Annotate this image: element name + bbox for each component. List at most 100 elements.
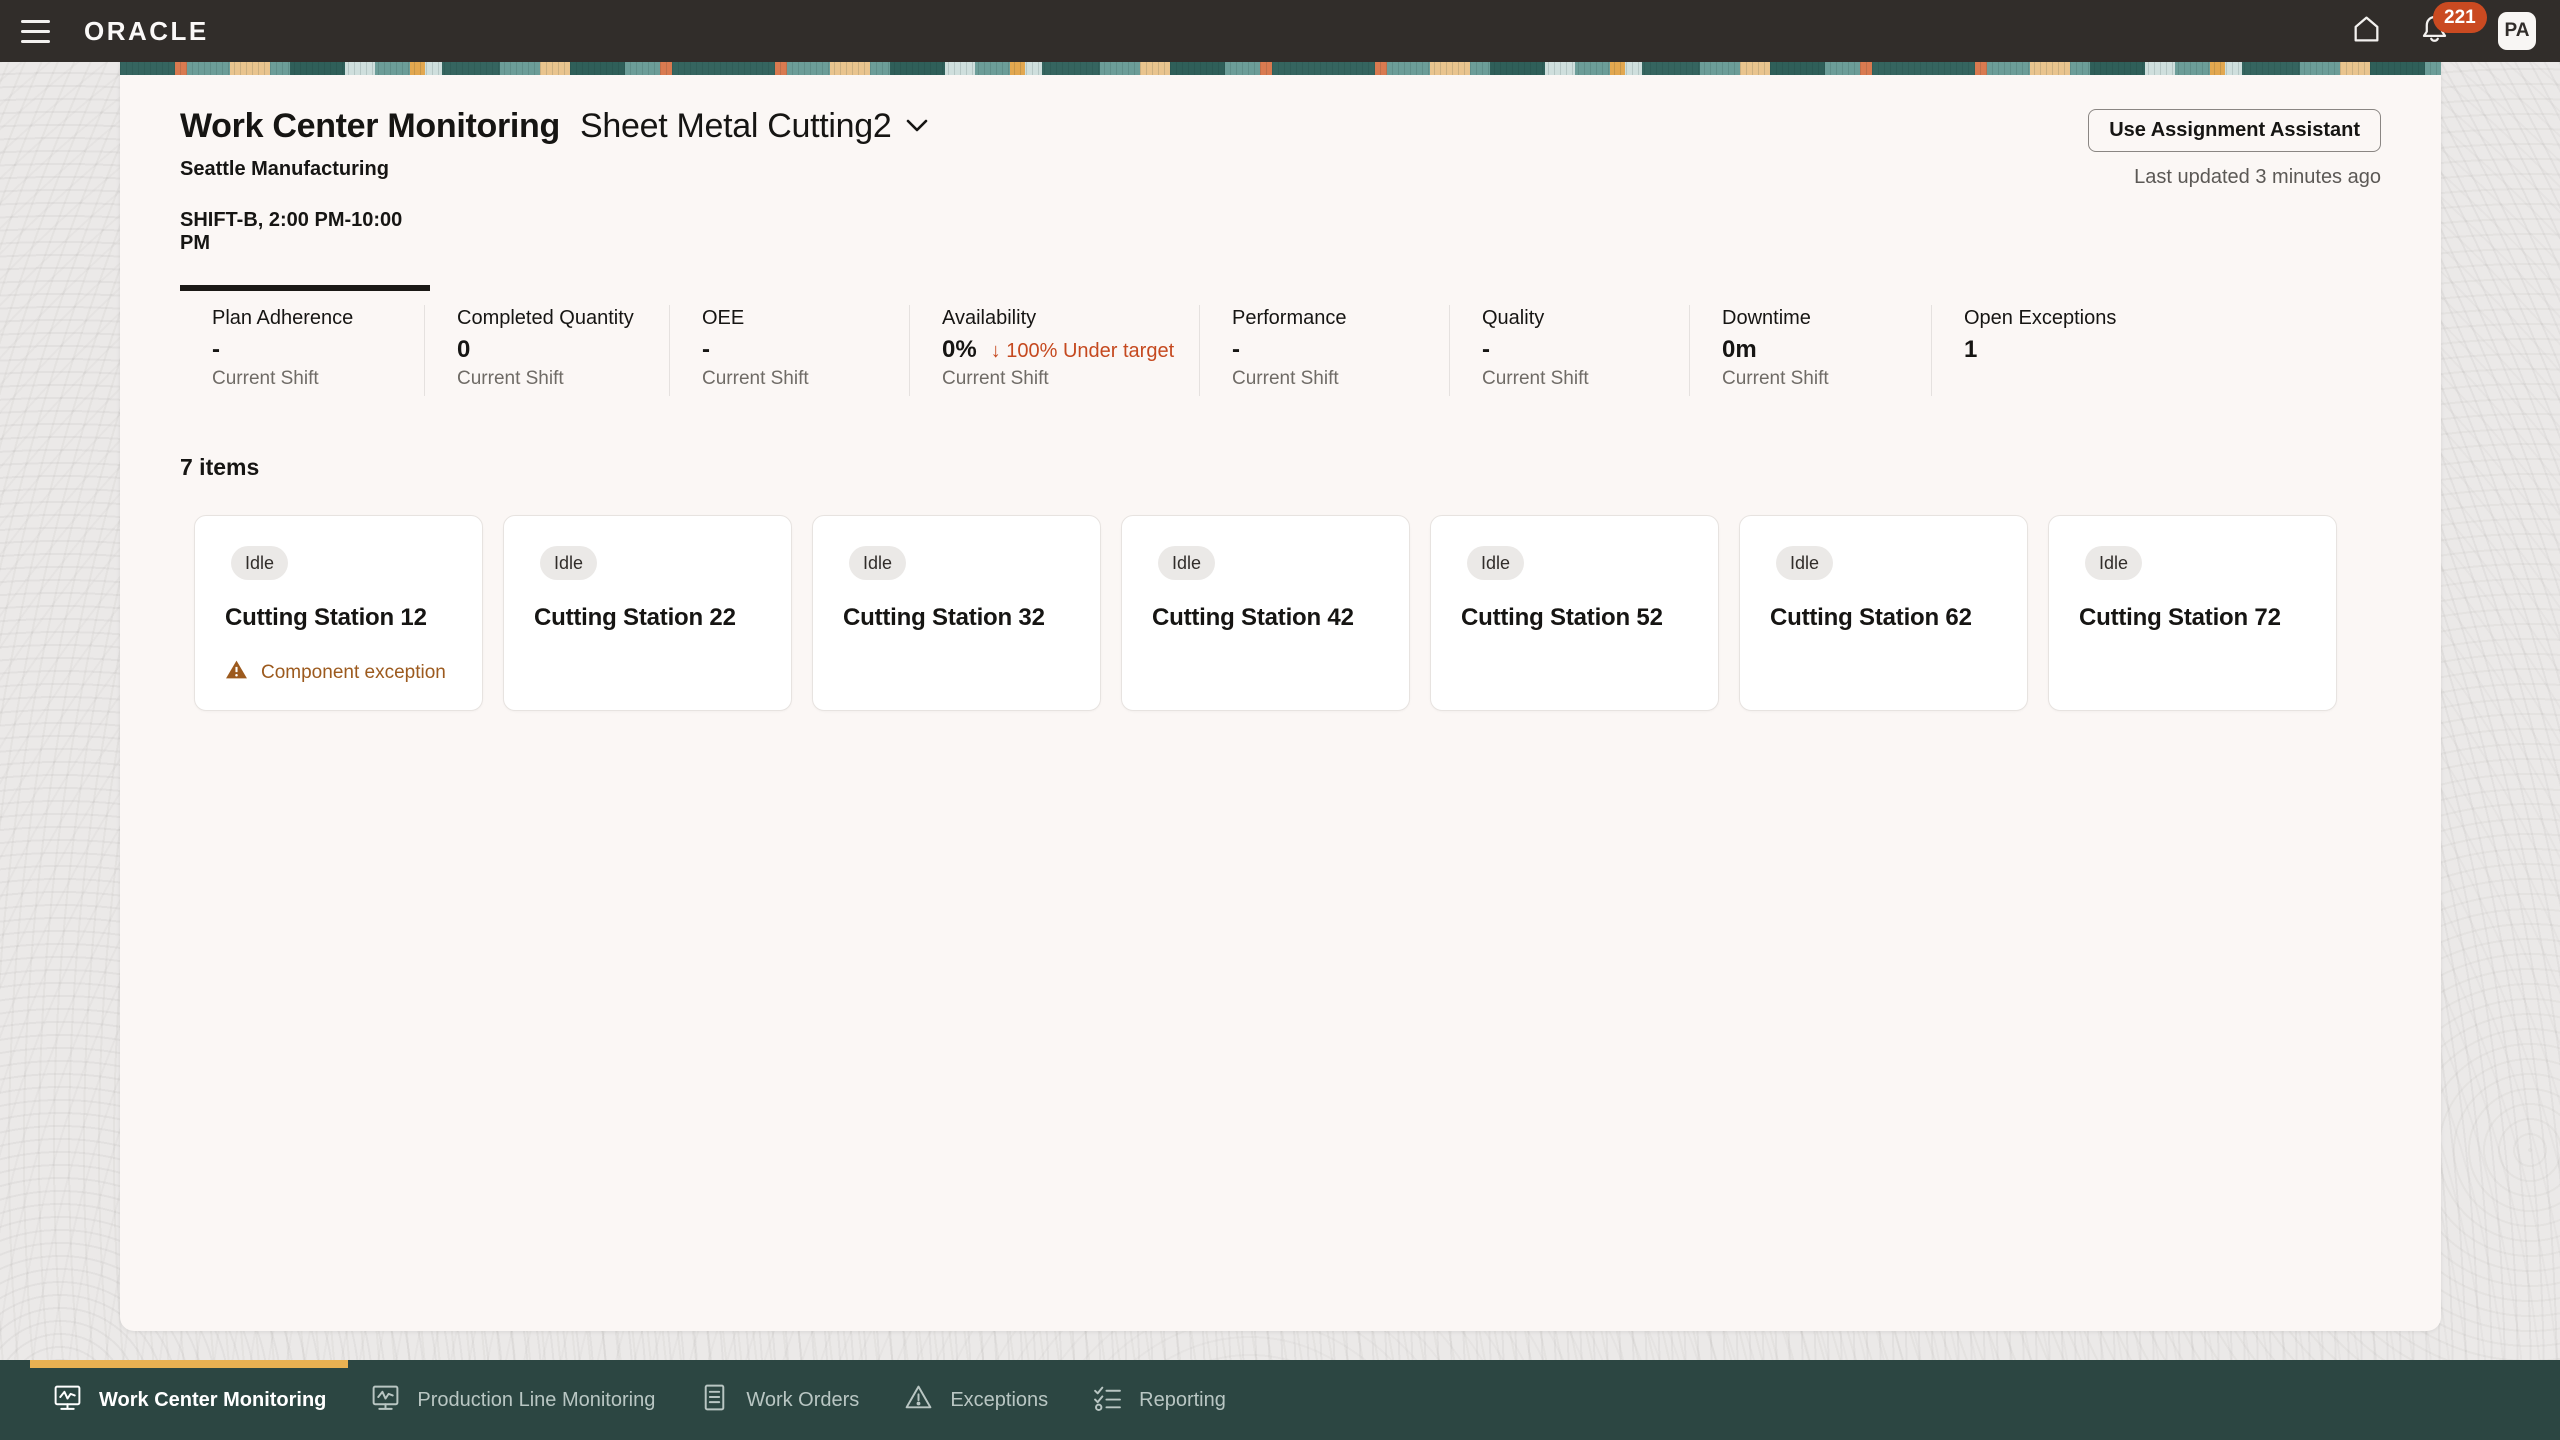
kpi-tile: Availability 0% ↓ 100% Under target Curr… <box>910 305 1200 396</box>
hamburger-menu-icon[interactable] <box>10 6 60 56</box>
report-checklist-icon <box>1092 1382 1123 1419</box>
work-order-icon <box>699 1382 730 1419</box>
work-center-selector[interactable]: Sheet Metal Cutting2 <box>580 107 928 146</box>
kpi-label: OEE <box>702 307 909 330</box>
kpi-value: - <box>1482 336 1490 364</box>
title-line: Work Center Monitoring Sheet Metal Cutti… <box>180 107 928 146</box>
nav-item-work-orders[interactable]: Work Orders <box>677 1360 881 1440</box>
station-alert: Component exception <box>225 659 446 686</box>
kpi-value-row: - <box>212 336 424 364</box>
kpi-label: Availability <box>942 307 1199 330</box>
station-name: Cutting Station 32 <box>843 604 1070 632</box>
main-panel: Work Center Monitoring Sheet Metal Cutti… <box>120 62 2441 1331</box>
kpi-label: Completed Quantity <box>457 307 669 330</box>
kpi-value-row: - <box>1232 336 1449 364</box>
kpi-value-row: 1 <box>1964 336 2116 364</box>
kpi-subtitle: Current Shift <box>1482 368 1689 390</box>
nav-item-work-center-monitoring[interactable]: Work Center Monitoring <box>30 1360 348 1440</box>
kpi-value: 1 <box>1964 336 1977 364</box>
oracle-logo: ORACLE <box>84 16 209 47</box>
station-card[interactable]: Idle Cutting Station 62 <box>1739 515 2028 711</box>
kpi-strip: Plan Adherence - Current Shift Completed… <box>180 305 2381 396</box>
chevron-down-icon <box>906 119 928 135</box>
home-button[interactable] <box>2350 13 2383 49</box>
kpi-value: - <box>1232 336 1240 364</box>
status-badge: Idle <box>1467 546 1524 580</box>
station-name: Cutting Station 22 <box>534 604 761 632</box>
nav-item-production-line-monitoring[interactable]: Production Line Monitoring <box>348 1360 677 1440</box>
station-name: Cutting Station 42 <box>1152 604 1379 632</box>
decorative-banner <box>120 62 2441 75</box>
station-card[interactable]: Idle Cutting Station 52 <box>1430 515 1719 711</box>
nav-item-reporting[interactable]: Reporting <box>1070 1360 1248 1440</box>
bottom-navigation: Work Center Monitoring Production Line M… <box>0 1360 2560 1440</box>
kpi-value: - <box>702 336 710 364</box>
status-badge: Idle <box>2085 546 2142 580</box>
status-badge: Idle <box>849 546 906 580</box>
station-card[interactable]: Idle Cutting Station 32 <box>812 515 1101 711</box>
topbar-actions: 221 PA <box>2350 12 2536 50</box>
monitor-chart-icon <box>52 1382 83 1419</box>
kpi-label: Performance <box>1232 307 1449 330</box>
kpi-tile: Downtime 0m Current Shift <box>1690 305 1932 396</box>
notification-count-badge: 221 <box>2433 2 2487 33</box>
kpi-value-row: - <box>1482 336 1689 364</box>
kpi-subtitle: Current Shift <box>1722 368 1931 390</box>
page-title: Work Center Monitoring <box>180 107 560 146</box>
kpi-tile: Quality - Current Shift <box>1450 305 1690 396</box>
monitor-chart-icon <box>370 1382 401 1419</box>
kpi-tile: OEE - Current Shift <box>670 305 910 396</box>
kpi-tile: Open Exceptions 1 <box>1932 305 2136 396</box>
nav-label: Production Line Monitoring <box>417 1389 655 1412</box>
station-card-list: Idle Cutting Station 12 Component except <box>194 515 2381 711</box>
kpi-subtitle: Current Shift <box>212 368 424 390</box>
work-center-name: Sheet Metal Cutting2 <box>580 107 892 146</box>
nav-item-exceptions[interactable]: Exceptions <box>881 1360 1070 1440</box>
nav-label: Work Orders <box>746 1389 859 1412</box>
home-icon <box>2350 13 2383 49</box>
kpi-value-row: - <box>702 336 909 364</box>
kpi-subtitle: Current Shift <box>457 368 669 390</box>
kpi-subtitle: Current Shift <box>702 368 909 390</box>
kpi-label: Downtime <box>1722 307 1931 330</box>
kpi-tile: Completed Quantity 0 Current Shift <box>425 305 670 396</box>
station-name: Cutting Station 62 <box>1770 604 1997 632</box>
kpi-value: 0 <box>457 336 470 364</box>
station-card[interactable]: Idle Cutting Station 12 Component except <box>194 515 483 711</box>
kpi-value-row: 0% ↓ 100% Under target <box>942 336 1199 364</box>
warning-triangle-icon <box>903 1382 934 1419</box>
nav-label: Exceptions <box>950 1389 1048 1412</box>
organization-label: Seattle Manufacturing <box>180 158 928 181</box>
station-card[interactable]: Idle Cutting Station 72 <box>2048 515 2337 711</box>
station-card[interactable]: Idle Cutting Station 22 <box>503 515 792 711</box>
kpi-value: - <box>212 336 220 364</box>
app-screen: ORACLE 221 PA <box>0 0 2560 1440</box>
kpi-label: Quality <box>1482 307 1689 330</box>
warning-triangle-icon <box>225 659 248 686</box>
kpi-label: Open Exceptions <box>1964 307 2116 330</box>
nav-label: Reporting <box>1139 1389 1226 1412</box>
status-badge: Idle <box>1158 546 1215 580</box>
station-name: Cutting Station 72 <box>2079 604 2306 632</box>
station-alert-text: Component exception <box>261 662 446 684</box>
kpi-label: Plan Adherence <box>212 307 424 330</box>
items-count: 7 items <box>180 454 2381 481</box>
status-badge: Idle <box>231 546 288 580</box>
last-updated-label: Last updated 3 minutes ago <box>2088 166 2381 189</box>
kpi-tile: Plan Adherence - Current Shift <box>180 305 425 396</box>
station-name: Cutting Station 12 <box>225 604 452 632</box>
use-assignment-assistant-button[interactable]: Use Assignment Assistant <box>2088 109 2381 152</box>
page-header-left: Work Center Monitoring Sheet Metal Cutti… <box>180 107 928 291</box>
user-avatar[interactable]: PA <box>2498 12 2536 50</box>
kpi-subtitle: Current Shift <box>942 368 1199 390</box>
kpi-delta: ↓ 100% Under target <box>991 340 1174 363</box>
nav-label: Work Center Monitoring <box>99 1389 326 1412</box>
page-header: Work Center Monitoring Sheet Metal Cutti… <box>180 107 2381 291</box>
station-card[interactable]: Idle Cutting Station 42 <box>1121 515 1410 711</box>
kpi-value-row: 0m <box>1722 336 1931 364</box>
page-header-right: Use Assignment Assistant Last updated 3 … <box>2088 107 2381 189</box>
shift-tab[interactable]: SHIFT-B, 2:00 PM-10:00 PM <box>180 209 430 291</box>
panel-content: Work Center Monitoring Sheet Metal Cutti… <box>120 107 2441 711</box>
station-name: Cutting Station 52 <box>1461 604 1688 632</box>
kpi-value: 0m <box>1722 336 1757 364</box>
